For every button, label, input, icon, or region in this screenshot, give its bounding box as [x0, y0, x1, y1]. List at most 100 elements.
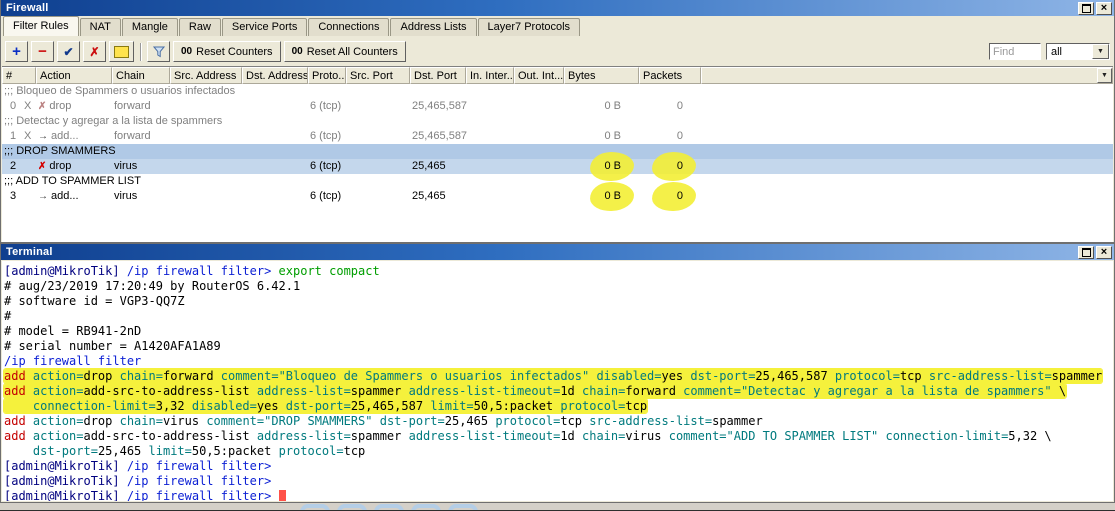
reset-counters-label: Reset Counters [196, 45, 273, 58]
bytes-value: 0 B [604, 100, 621, 112]
terminal-segment: # aug/23/2019 17:20:49 by RouterOS 6.42.… [4, 279, 301, 293]
find-input[interactable] [989, 43, 1041, 60]
comment-text: ;;; Bloqueo de Spammers o usuarios infec… [4, 85, 236, 97]
tab-filter-rules[interactable]: Filter Rules [3, 16, 79, 36]
tab-mangle[interactable]: Mangle [121, 18, 178, 36]
cell-src-port [346, 129, 410, 144]
tab-layer7-protocols[interactable]: Layer7 Protocols [477, 18, 581, 36]
filter-button[interactable] [147, 41, 170, 62]
bytes-value: 0 B [604, 190, 621, 202]
table-body: ;;; Bloqueo de Spammers o usuarios infec… [2, 84, 1113, 212]
col-header-chain[interactable]: Chain [112, 67, 170, 84]
comment-row[interactable]: ;;; DROP SMAMMERS [2, 144, 1113, 159]
reset-all-counters-prefix: 00 [291, 46, 303, 57]
rule-row-2[interactable]: 2 ✗ drop virus 6 (tcp) 25,465 0 B 0 [2, 151, 1113, 182]
highlighted-terminal-text: connection-limit=3,32 disabled=yes dst-p… [4, 399, 648, 413]
col-header-[interactable]: # [2, 67, 36, 84]
terminal-segment: forward [162, 369, 221, 383]
terminal-segment: comment="Detectac y agregar a la lista d… [683, 384, 1059, 398]
enable-rule-button[interactable]: ✔ [57, 41, 80, 62]
terminal-line: [admin@MikroTik] /ip firewall filter> [4, 459, 1111, 474]
col-header-bytes[interactable]: Bytes [564, 67, 639, 84]
terminal-text: /ip firewall filter [4, 354, 141, 368]
terminal-text: add action=drop chain=virus comment="DRO… [4, 414, 763, 428]
rule-row-1[interactable]: 1 X → add... forward 6 (tcp) 25,465,587 0 B 0 [2, 129, 1113, 144]
terminal-segment: tcp [899, 369, 929, 383]
reset-counters-button[interactable]: 00 Reset Counters [173, 41, 281, 62]
packets-value: 0 [676, 190, 683, 202]
terminal-segment: address-list= [256, 384, 351, 398]
terminal-segment: action= [32, 429, 84, 443]
watermark-shape [337, 504, 367, 510]
terminal-text: [admin@MikroTik] /ip firewall filter> [4, 489, 286, 501]
terminal-text: # software id = VGP3-QQ7Z [4, 294, 185, 308]
comment-row[interactable]: ;;; ADD TO SPAMMER LIST [2, 174, 1113, 189]
highlight-marker [651, 181, 697, 212]
terminal-segment: /ip firewall filter [4, 354, 142, 368]
watermark-shape [411, 504, 441, 510]
restore-button[interactable] [1078, 1, 1094, 15]
cell-action: → add... [38, 130, 79, 142]
cell-number: 2 [10, 160, 17, 172]
table-header-row: # Action Chain Src. Address Dst. Address Prot… [2, 67, 1113, 84]
terminal-segment: /ip firewall filter> [126, 489, 279, 501]
cell-protocol: 6 (tcp) [310, 160, 342, 172]
rule-row-3[interactable]: 3 → add... virus 6 (tcp) 25,465 0 B 0 [2, 181, 1113, 212]
terminal-segment: tcp [625, 399, 648, 413]
cell-dst-port: 25,465 [412, 160, 446, 172]
col-header-packets[interactable]: Packets [639, 67, 701, 84]
disable-rule-button[interactable]: ✗ [83, 41, 106, 62]
col-header-src-address[interactable]: Src. Address [170, 67, 242, 84]
col-header-dst-address[interactable]: Dst. Address [242, 67, 308, 84]
comment-row[interactable]: ;;; Detectac y agregar a la lista de spa… [2, 114, 1113, 129]
terminal-text: # model = RB941-2nD [4, 324, 141, 338]
chain-filter-dropdown[interactable]: all ▼ [1046, 43, 1110, 60]
tab-address-lists[interactable]: Address Lists [390, 18, 477, 36]
cell-action: ✗ drop [38, 100, 72, 112]
tab-nat[interactable]: NAT [79, 18, 121, 36]
tab-raw[interactable]: Raw [178, 18, 221, 36]
terminal-restore-button[interactable] [1078, 245, 1094, 259]
column-select-button[interactable]: ▼ [1097, 68, 1112, 83]
cell-dst-port: 25,465,587 [412, 100, 468, 112]
terminal-close-button[interactable]: × [1096, 245, 1112, 259]
cell-out-interface [514, 129, 564, 144]
firewall-title: Firewall [6, 2, 49, 14]
firewall-tabbar: Filter Rules NAT Mangle Raw Service Ports Con… [1, 16, 1114, 36]
watermark [300, 504, 478, 510]
terminal-segment: src-address-list= [589, 414, 713, 428]
terminal-line: # [4, 309, 1111, 324]
cell-dst-address [242, 159, 308, 174]
cell-src-port [346, 189, 410, 204]
comment-row[interactable]: ;;; Bloqueo de Spammers o usuarios infec… [2, 84, 1113, 99]
terminal-segment: add [4, 384, 33, 398]
bytes-value: 0 B [604, 160, 621, 172]
col-header-src-port[interactable]: Src. Port [346, 67, 410, 84]
reset-all-counters-button[interactable]: 00 Reset All Counters [283, 41, 406, 62]
cell-src-port [346, 99, 410, 114]
add-rule-button[interactable]: + [5, 41, 28, 62]
col-header-action[interactable]: Action [36, 67, 112, 84]
rule-row-0[interactable]: 0 X ✗ drop forward 6 (tcp) 25,465,587 0 B0 [2, 99, 1113, 114]
terminal-line: /ip firewall filter [4, 354, 1111, 369]
col-header-out-int[interactable]: Out. Int... [514, 67, 564, 84]
firewall-titlebar[interactable]: Firewall × [1, 0, 1114, 16]
col-header-proto[interactable]: Proto... [308, 67, 346, 84]
remove-rule-button[interactable]: − [31, 41, 54, 62]
terminal-content[interactable]: [admin@MikroTik] /ip firewall filter> ex… [2, 261, 1113, 501]
reset-all-counters-label: Reset All Counters [306, 45, 398, 58]
terminal-titlebar[interactable]: Terminal × [1, 244, 1114, 260]
cell-bytes: 0 B [564, 151, 639, 182]
close-button[interactable]: × [1096, 1, 1112, 15]
terminal-segment: address-list-timeout= [408, 429, 561, 443]
comment-button[interactable] [109, 41, 134, 62]
terminal-line: add action=add-src-to-address-list addre… [4, 384, 1111, 399]
tab-connections[interactable]: Connections [308, 18, 390, 36]
terminal-segment: forward [625, 384, 684, 398]
col-header-dst-port[interactable]: Dst. Port [410, 67, 466, 84]
cell-packets: 0 [639, 181, 701, 212]
terminal-segment: chain= [119, 414, 163, 428]
tab-service-ports[interactable]: Service Ports [221, 18, 308, 36]
terminal-text: [admin@MikroTik] /ip firewall filter> [4, 459, 271, 473]
col-header-in-inter[interactable]: In. Inter... [466, 67, 514, 84]
